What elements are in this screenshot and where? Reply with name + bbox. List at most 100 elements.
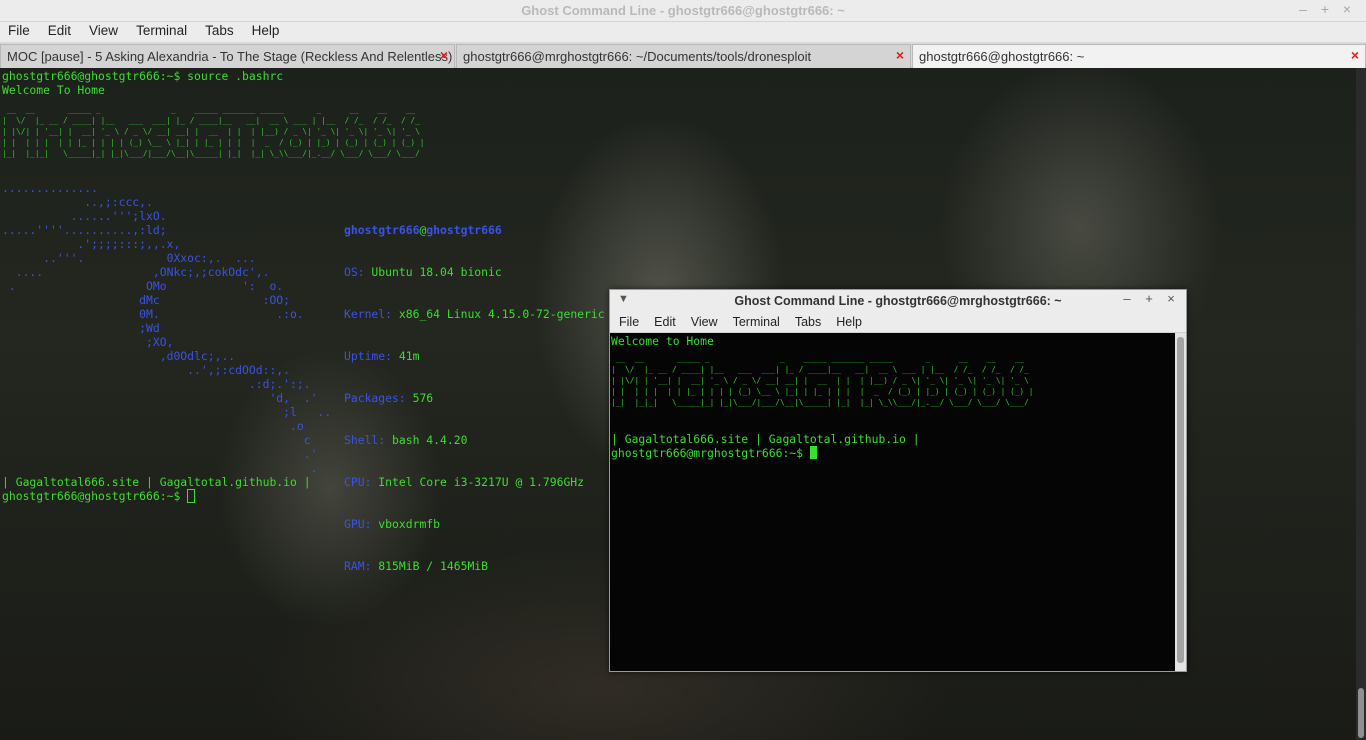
info-key: Uptime: — [344, 349, 393, 363]
menu-terminal[interactable]: Terminal — [724, 312, 780, 329]
close-icon[interactable]: × — [1336, 1, 1358, 17]
logo-line: 'd, .' — [2, 391, 318, 405]
logo-line: ;l .. — [2, 405, 332, 419]
info-key: Packages: — [344, 391, 406, 405]
info-gpu: GPU: vboxdrmfb — [344, 517, 605, 531]
info-key: GPU: — [344, 517, 372, 531]
banner-line: | |\/| | '__| | __| '_ \ / _ \/ __| __| … — [611, 376, 1029, 385]
welcome-text: Welcome To Home — [2, 83, 105, 97]
info-host: ghostgtr666 — [426, 223, 502, 237]
logo-line: ..'''. 0Xxoc:,. ... — [2, 251, 256, 265]
logo-line: ;XO, — [2, 335, 174, 349]
info-packages: Packages: 576 — [344, 391, 605, 405]
cursor — [187, 489, 196, 503]
banner-line: | \/ |_ __ / ____| |__ ___ ___| |_ / ___… — [2, 116, 425, 125]
logo-line: .............. — [2, 181, 99, 195]
menu-help[interactable]: Help — [827, 312, 862, 329]
info-key: OS: — [344, 265, 365, 279]
info-kernel: Kernel: x86_64 Linux 4.15.0-72-generic — [344, 307, 605, 321]
logo-line: ;Wd — [2, 321, 160, 335]
tab-close-icon[interactable]: × — [1351, 47, 1359, 63]
menu-edit[interactable]: Edit — [645, 312, 676, 329]
close-icon[interactable]: × — [1160, 291, 1182, 306]
menu-edit[interactable]: Edit — [40, 22, 71, 38]
tab-dronesploit[interactable]: ghostgtr666@mrghostgtr666: ~/Documents/t… — [456, 44, 911, 68]
menu-view[interactable]: View — [682, 312, 718, 329]
menu-file[interactable]: File — [610, 312, 639, 329]
second-terminal-area[interactable]: Welcome to Home __ __ _____ _ _ _____ __… — [610, 333, 1176, 671]
second-window-titlebar[interactable]: ▼ Ghost Command Line - ghostgtr666@mrgho… — [610, 290, 1186, 312]
maximize-icon[interactable]: + — [1314, 1, 1336, 17]
ascii-banner: __ __ _____ _ _ _____ _______ _____ _ __… — [611, 353, 1033, 408]
prompt-text: ghostgtr666@ghostgtr666:~$ — [2, 489, 188, 503]
tab-close-icon[interactable]: × — [440, 47, 448, 63]
scrollbar-thumb[interactable] — [1177, 337, 1184, 663]
logo-line: 0M. .:o. — [2, 307, 304, 321]
tab-home[interactable]: ghostgtr666@ghostgtr666: ~ × — [912, 44, 1366, 68]
banner-line: | \/ |_ __ / ____| |__ ___ ___| |_ / ___… — [611, 365, 1034, 374]
info-key: Shell: — [344, 433, 386, 447]
second-terminal-window[interactable]: ▼ Ghost Command Line - ghostgtr666@mrgho… — [609, 289, 1187, 672]
window-controls: – + × — [1292, 1, 1358, 17]
info-key: CPU: — [344, 475, 372, 489]
prompt-line[interactable]: ghostgtr666@mrghostgtr666:~$ — [611, 446, 817, 460]
info-value: Ubuntu 18.04 bionic — [364, 265, 502, 279]
menu-bar: File Edit View Terminal Tabs Help — [0, 22, 1366, 42]
logo-line: ,d0Odlc;,.. — [2, 349, 236, 363]
menu-tabs[interactable]: Tabs — [197, 22, 234, 38]
info-value: x86_64 Linux 4.15.0-72-generic — [392, 307, 605, 321]
menu-terminal[interactable]: Terminal — [128, 22, 187, 38]
menu-tabs[interactable]: Tabs — [786, 312, 821, 329]
tab-label: MOC [pause] - 5 Asking Alexandria - To T… — [7, 49, 453, 64]
tab-moc[interactable]: MOC [pause] - 5 Asking Alexandria - To T… — [0, 44, 455, 68]
second-window-controls: – + × — [1116, 291, 1182, 306]
window-titlebar[interactable]: Ghost Command Line - ghostgtr666@ghostgt… — [0, 0, 1366, 22]
banner-line: |_| |_|_| \_____|_| |_|\___/|___/\__|\__… — [2, 149, 425, 158]
scrollbar-thumb[interactable] — [1358, 688, 1364, 738]
info-value: Intel Core i3-3217U @ 1.796GHz — [371, 475, 585, 489]
second-window-title: Ghost Command Line - ghostgtr666@mrghost… — [734, 294, 1062, 308]
logo-line: ..,;:ccc,. — [2, 195, 153, 209]
menu-file[interactable]: File — [0, 22, 30, 38]
info-value: vboxdrmfb — [371, 517, 441, 531]
tab-close-icon[interactable]: × — [896, 47, 904, 63]
logo-line: .o — [2, 419, 304, 433]
banner-line: | |\/| | '__| | __| '_ \ / _ \/ __| __| … — [2, 127, 420, 136]
second-window-menu-bar: File Edit View Terminal Tabs Help — [610, 312, 1186, 333]
info-key: Kernel: — [344, 307, 393, 321]
menu-help[interactable]: Help — [244, 22, 280, 38]
banner-line: | | | | | | | |_ | | | | (_) \__ \ |_| |… — [2, 138, 425, 147]
info-cpu: CPU: Intel Core i3-3217U @ 1.796GHz — [344, 475, 605, 489]
logo-line: .';;;;:::;,,.x, — [2, 237, 181, 251]
cursor — [809, 446, 817, 459]
maximize-icon[interactable]: + — [1138, 291, 1160, 306]
info-shell: Shell: bash 4.4.20 — [344, 433, 605, 447]
info-key: RAM: — [344, 559, 372, 573]
logo-line: c — [2, 433, 311, 447]
prompt-text: ghostgtr666@mrghostgtr666:~$ — [611, 446, 810, 460]
menu-view[interactable]: View — [81, 22, 118, 38]
tab-label: ghostgtr666@mrghostgtr666: ~/Documents/t… — [463, 49, 812, 64]
info-value: 815MiB / 1465MiB — [371, 559, 489, 573]
info-value: 576 — [405, 391, 434, 405]
info-uptime: Uptime: 41m — [344, 349, 605, 363]
info-os: OS: Ubuntu 18.04 bionic — [344, 265, 605, 279]
welcome-text: Welcome to Home — [611, 334, 714, 348]
minimize-icon[interactable]: – — [1116, 291, 1138, 306]
banner-line: | | | | | | | |_ | | | | (_) \__ \ |_| |… — [611, 387, 1034, 396]
info-value: 41m — [392, 349, 420, 363]
info-user-host: ghostgtr666@ghostgtr666 — [344, 223, 605, 237]
logo-line: .' — [2, 447, 318, 461]
minimize-icon[interactable]: – — [1292, 1, 1314, 17]
logo-line: ......''';lxO. — [2, 209, 167, 223]
logo-line: ..',;:cdOOd::,. — [2, 363, 291, 377]
system-info: ghostgtr666@ghostgtr666 OS: Ubuntu 18.04… — [344, 195, 605, 601]
second-terminal-scrollbar[interactable] — [1175, 333, 1186, 671]
logo-line: . OMo ': o. — [2, 279, 284, 293]
terminal-scrollbar[interactable] — [1356, 68, 1366, 740]
logo-line: .....''''..........,:ld; — [2, 223, 167, 237]
logo-line: .:d;.':;. — [2, 377, 311, 391]
prompt-line[interactable]: ghostgtr666@ghostgtr666:~$ — [2, 489, 196, 503]
logo-line: . — [2, 461, 318, 475]
banner-line: |_| |_|_| \_____|_| |_|\___/|___/\__|\__… — [611, 398, 1034, 407]
